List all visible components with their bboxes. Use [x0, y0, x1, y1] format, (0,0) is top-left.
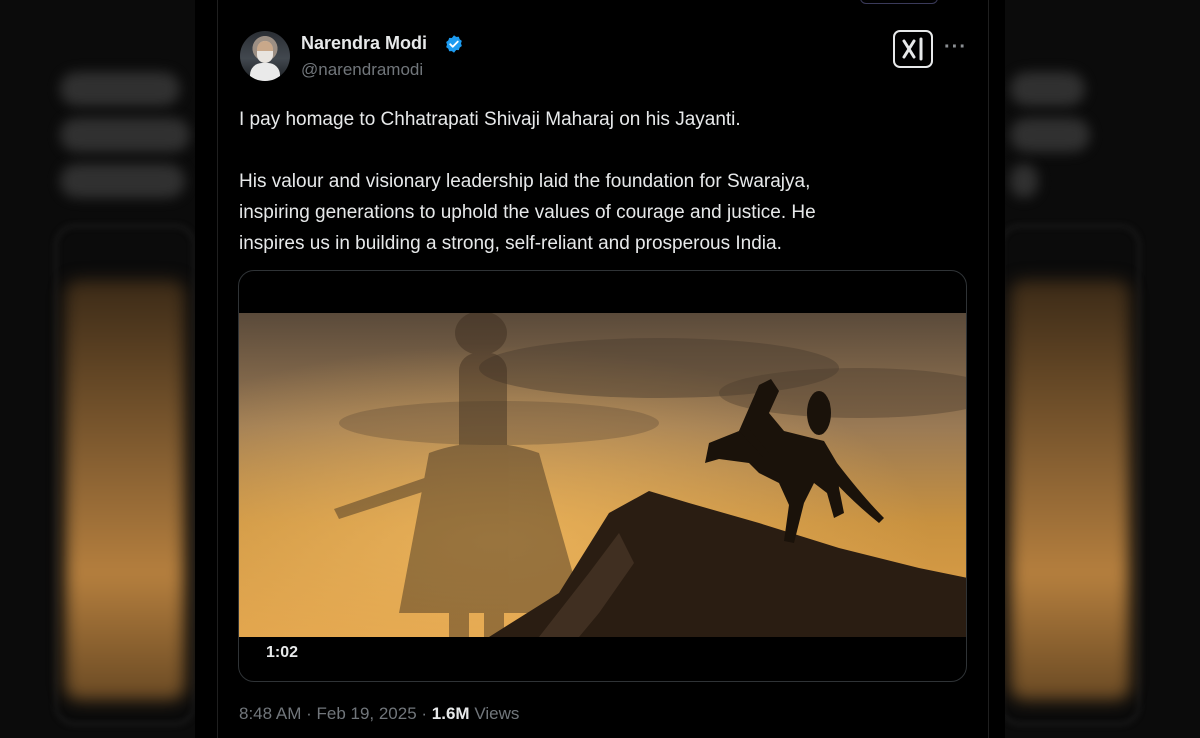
tweet-line: inspiring generations to uphold the valu…	[239, 202, 816, 223]
tweet-time[interactable]: 8:48 AM	[239, 704, 301, 723]
avatar-shirt	[250, 63, 280, 81]
grok-icon	[902, 37, 923, 61]
meta-separator: ·	[416, 704, 432, 723]
author-name[interactable]: Narendra Modi	[301, 33, 427, 54]
video-player[interactable]: 1:02	[238, 270, 967, 682]
blurred-text	[60, 72, 180, 106]
author-handle[interactable]: @narendramodi	[301, 60, 423, 80]
tweet-line: His valour and visionary leadership laid…	[239, 171, 811, 192]
verified-badge-icon	[446, 35, 462, 53]
views-count: 1.6M	[431, 704, 470, 723]
blurred-image	[1010, 280, 1130, 700]
blurred-text	[1010, 118, 1090, 152]
tweet-line: I pay homage to Chhatrapati Shivaji Maha…	[239, 109, 741, 130]
video-thumbnail	[239, 313, 966, 637]
avatar[interactable]	[240, 31, 290, 81]
tweet-card: Narendra Modi @narendramodi ··· I pay ho…	[195, 0, 1005, 738]
views-label: Views	[474, 704, 520, 723]
blurred-text	[1010, 72, 1085, 106]
follow-button-remnant[interactable]	[860, 0, 938, 4]
more-icon[interactable]: ···	[944, 36, 967, 59]
background-blur-left	[0, 0, 195, 738]
tweet-meta: 8:48 AM · Feb 19, 2025 · 1.6M Views	[239, 704, 519, 724]
tweet-line: inspires us in building a strong, self-r…	[239, 233, 782, 254]
tweet-date[interactable]: Feb 19, 2025	[316, 704, 416, 723]
video-duration: 1:02	[266, 644, 299, 661]
grok-button[interactable]	[893, 30, 933, 68]
blurred-text	[1010, 164, 1038, 198]
avatar-beard	[257, 51, 273, 63]
blurred-text	[60, 118, 190, 152]
blurred-text	[60, 164, 185, 198]
tweet-text: I pay homage to Chhatrapati Shivaji Maha…	[239, 104, 979, 259]
blurred-image	[65, 280, 185, 700]
meta-separator: ·	[301, 704, 317, 723]
background-blur-right	[1005, 0, 1200, 738]
